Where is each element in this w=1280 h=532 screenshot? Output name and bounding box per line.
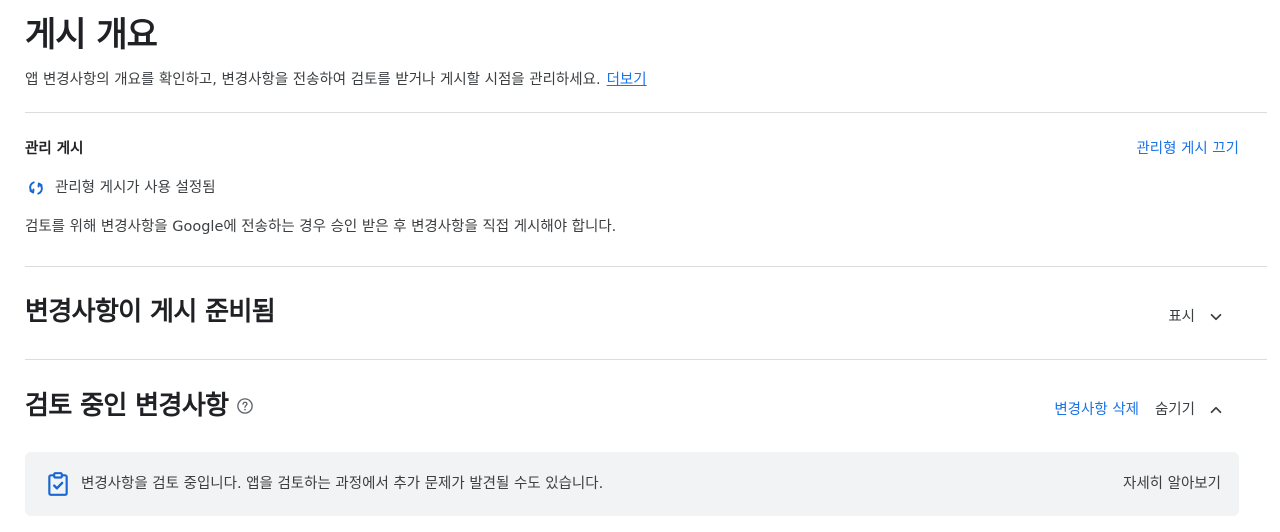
review-section-title-text: 검토 중인 변경사항: [25, 391, 229, 421]
ready-section-title: 변경사항이 게시 준비됨: [25, 294, 276, 330]
managed-publishing-title: 관리 게시: [25, 141, 84, 157]
chevron-down-icon: [1207, 308, 1225, 326]
review-status-banner: 변경사항을 검토 중입니다. 앱을 검토하는 과정에서 추가 문제가 발견될 수…: [25, 452, 1239, 516]
hide-toggle-button[interactable]: 숨기기: [1155, 399, 1225, 421]
divider: [25, 112, 1267, 113]
help-icon[interactable]: [236, 397, 254, 415]
show-toggle-button[interactable]: 표시: [1168, 306, 1225, 328]
managed-publishing-status: 관리형 게시가 사용 설정됨: [25, 177, 216, 199]
learn-more-button[interactable]: 자세히 알아보기: [1123, 473, 1221, 495]
page-description-text: 앱 변경사항의 개요를 확인하고, 변경사항을 전송하여 검토를 받거나 게시할…: [25, 72, 601, 88]
sync-icon: [25, 177, 47, 199]
page-title: 게시 개요: [25, 15, 158, 55]
ready-section-title-text: 변경사항이 게시 준비됨: [25, 297, 276, 327]
managed-publishing-note: 검토를 위해 변경사항을 Google에 전송하는 경우 승인 받은 후 변경사…: [25, 219, 617, 235]
page-description: 앱 변경사항의 개요를 확인하고, 변경사항을 전송하여 검토를 받거나 게시할…: [25, 69, 647, 91]
managed-publishing-status-text: 관리형 게시가 사용 설정됨: [55, 180, 216, 196]
publishing-overview-page: 게시 개요 앱 변경사항의 개요를 확인하고, 변경사항을 전송하여 검토를 받…: [0, 0, 1280, 532]
chevron-up-icon: [1207, 401, 1225, 419]
review-status-text: 변경사항을 검토 중입니다. 앱을 검토하는 과정에서 추가 문제가 발견될 수…: [81, 476, 604, 492]
hide-toggle-label: 숨기기: [1154, 402, 1195, 418]
divider: [25, 266, 1267, 267]
learn-more-link[interactable]: 더보기: [607, 72, 647, 88]
review-section-title: 검토 중인 변경사항: [25, 388, 254, 424]
divider: [25, 359, 1267, 360]
clipboard-check-icon: [45, 471, 71, 497]
delete-changes-link[interactable]: 변경사항 삭제: [1054, 399, 1139, 421]
show-toggle-label: 표시: [1168, 309, 1195, 325]
turn-off-managed-publishing-link[interactable]: 관리형 게시 끄기: [1136, 138, 1239, 160]
